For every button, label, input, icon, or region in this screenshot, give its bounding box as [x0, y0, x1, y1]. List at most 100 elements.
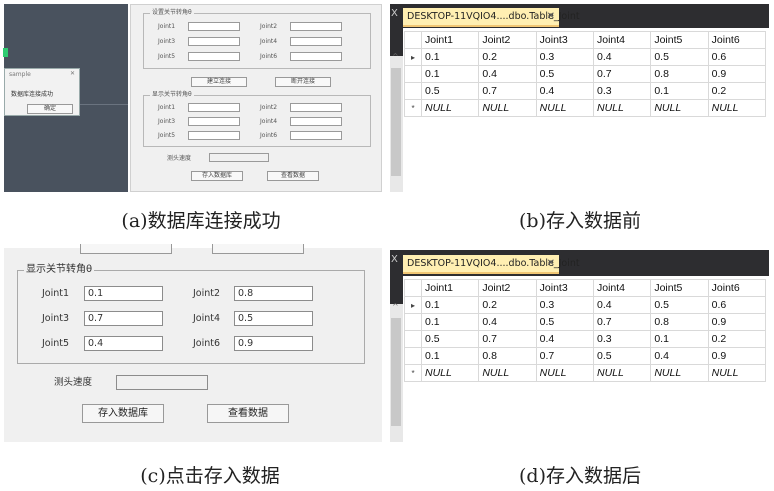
- message-box-ok-button[interactable]: 确定: [27, 104, 73, 114]
- current-row-indicator[interactable]: ▸: [404, 48, 422, 66]
- table-cell[interactable]: 0.8: [650, 65, 709, 83]
- table-cell[interactable]: 0.9: [707, 313, 767, 331]
- new-row[interactable]: * NULL NULL NULL NULL NULL NULL: [404, 364, 767, 382]
- null-cell[interactable]: NULL: [707, 364, 767, 382]
- set-joint3-input[interactable]: [188, 37, 240, 46]
- table-cell[interactable]: 0.1: [420, 347, 480, 365]
- table-cell[interactable]: 0.5: [535, 313, 594, 331]
- column-header[interactable]: Joint4: [592, 31, 652, 49]
- table-cell[interactable]: 0.5: [420, 82, 480, 100]
- table-cell[interactable]: 0.9: [707, 347, 767, 365]
- table-row[interactable]: ▸ 0.1 0.2 0.3 0.4 0.5 0.6: [404, 296, 767, 314]
- new-row[interactable]: * NULL NULL NULL NULL NULL NULL: [404, 99, 767, 117]
- column-header[interactable]: Joint1: [420, 279, 480, 297]
- table-cell[interactable]: 0.6: [707, 48, 767, 66]
- joint5-input[interactable]: 0.4: [84, 336, 163, 351]
- table-cell[interactable]: 0.8: [650, 313, 709, 331]
- show-joint1-input[interactable]: [188, 103, 240, 112]
- null-cell[interactable]: NULL: [478, 364, 537, 382]
- table-cell[interactable]: 0.3: [592, 330, 652, 348]
- show-joint6-input[interactable]: [290, 131, 342, 140]
- table-cell[interactable]: 0.1: [420, 296, 480, 314]
- show-joint5-input[interactable]: [188, 131, 240, 140]
- table-cell[interactable]: 0.4: [535, 330, 594, 348]
- table-cell[interactable]: 0.5: [535, 65, 594, 83]
- null-cell[interactable]: NULL: [535, 99, 594, 117]
- table-row[interactable]: 0.1 0.8 0.7 0.5 0.4 0.9: [404, 347, 767, 365]
- tab-close-icon[interactable]: ✕: [547, 8, 555, 25]
- joint4-input[interactable]: 0.5: [234, 311, 313, 326]
- table-cell[interactable]: 0.7: [535, 347, 594, 365]
- table-cell[interactable]: 0.3: [535, 296, 594, 314]
- column-header[interactable]: Joint6: [707, 31, 767, 49]
- joint6-input[interactable]: 0.9: [234, 336, 313, 351]
- table-cell[interactable]: 0.9: [707, 65, 767, 83]
- table-row[interactable]: 0.1 0.4 0.5 0.7 0.8 0.9: [404, 65, 767, 83]
- ide-close-icon[interactable]: X: [391, 8, 398, 19]
- row-header[interactable]: [404, 330, 422, 348]
- disconnect-button[interactable]: 断开连接: [275, 77, 331, 87]
- table-cell[interactable]: 0.2: [707, 330, 767, 348]
- probe-speed-input-zoom[interactable]: [116, 375, 208, 390]
- table-cell[interactable]: 0.4: [592, 48, 652, 66]
- column-header[interactable]: Joint4: [592, 279, 652, 297]
- column-header[interactable]: Joint1: [420, 31, 480, 49]
- table-cell[interactable]: 0.1: [420, 48, 480, 66]
- table-cell[interactable]: 0.7: [592, 313, 652, 331]
- table-cell[interactable]: 0.1: [420, 313, 480, 331]
- joint2-input[interactable]: 0.8: [234, 286, 313, 301]
- scroll-thumb[interactable]: [391, 68, 401, 176]
- set-joint6-input[interactable]: [290, 52, 342, 61]
- null-cell[interactable]: NULL: [478, 99, 537, 117]
- scroll-thumb-d[interactable]: [391, 318, 401, 426]
- joint3-input[interactable]: 0.7: [84, 311, 163, 326]
- tab-close-icon-d[interactable]: ✕: [547, 255, 555, 272]
- table-joint-tab[interactable]: DESKTOP-11VQIO4....dbo.Table_Joint ✕: [403, 8, 580, 27]
- row-header[interactable]: [404, 65, 422, 83]
- table-cell[interactable]: 0.7: [478, 82, 537, 100]
- table-row[interactable]: 0.5 0.7 0.4 0.3 0.1 0.2: [404, 330, 767, 348]
- null-cell[interactable]: NULL: [650, 364, 709, 382]
- table-cell[interactable]: 0.6: [707, 296, 767, 314]
- table-row[interactable]: 0.5 0.7 0.4 0.3 0.1 0.2: [404, 82, 767, 100]
- column-header[interactable]: Joint2: [478, 279, 537, 297]
- null-cell[interactable]: NULL: [535, 364, 594, 382]
- store-database-button[interactable]: 存入数据库: [191, 171, 243, 181]
- show-joint3-input[interactable]: [188, 117, 240, 126]
- table-cell[interactable]: 0.2: [707, 82, 767, 100]
- table-cell[interactable]: 0.5: [420, 330, 480, 348]
- table-cell[interactable]: 0.7: [478, 330, 537, 348]
- show-joint4-input[interactable]: [290, 117, 342, 126]
- row-header[interactable]: [404, 347, 422, 365]
- joint1-input[interactable]: 0.1: [84, 286, 163, 301]
- table-cell[interactable]: 0.1: [650, 82, 709, 100]
- null-cell[interactable]: NULL: [592, 364, 652, 382]
- null-cell[interactable]: NULL: [420, 99, 480, 117]
- table-cell[interactable]: 0.1: [420, 65, 480, 83]
- table-cell[interactable]: 0.4: [478, 65, 537, 83]
- column-header[interactable]: Joint5: [650, 31, 709, 49]
- table-cell[interactable]: 0.2: [478, 48, 537, 66]
- table-cell[interactable]: 0.2: [478, 296, 537, 314]
- table-row[interactable]: 0.1 0.4 0.5 0.7 0.8 0.9: [404, 313, 767, 331]
- view-data-button-zoom[interactable]: 查看数据: [207, 404, 289, 423]
- store-database-button-zoom[interactable]: 存入数据库: [82, 404, 164, 423]
- column-header[interactable]: Joint3: [535, 279, 594, 297]
- set-joint4-input[interactable]: [290, 37, 342, 46]
- table-joint-tab-d[interactable]: DESKTOP-11VQIO4....dbo.Table_Joint ✕: [403, 255, 580, 274]
- message-box-close-icon[interactable]: ✕: [70, 70, 75, 77]
- table-cell[interactable]: 0.4: [592, 296, 652, 314]
- set-joint1-input[interactable]: [188, 22, 240, 31]
- show-joint2-input[interactable]: [290, 103, 342, 112]
- table-cell[interactable]: 0.3: [592, 82, 652, 100]
- table-cell[interactable]: 0.7: [592, 65, 652, 83]
- ide-close-icon-d[interactable]: X: [391, 254, 398, 265]
- null-cell[interactable]: NULL: [592, 99, 652, 117]
- current-row-indicator[interactable]: ▸: [404, 296, 422, 314]
- row-header[interactable]: [404, 82, 422, 100]
- disconnect-button-partial[interactable]: [212, 244, 304, 254]
- table-cell[interactable]: 0.5: [650, 48, 709, 66]
- null-cell[interactable]: NULL: [650, 99, 709, 117]
- null-cell[interactable]: NULL: [707, 99, 767, 117]
- column-header[interactable]: Joint6: [707, 279, 767, 297]
